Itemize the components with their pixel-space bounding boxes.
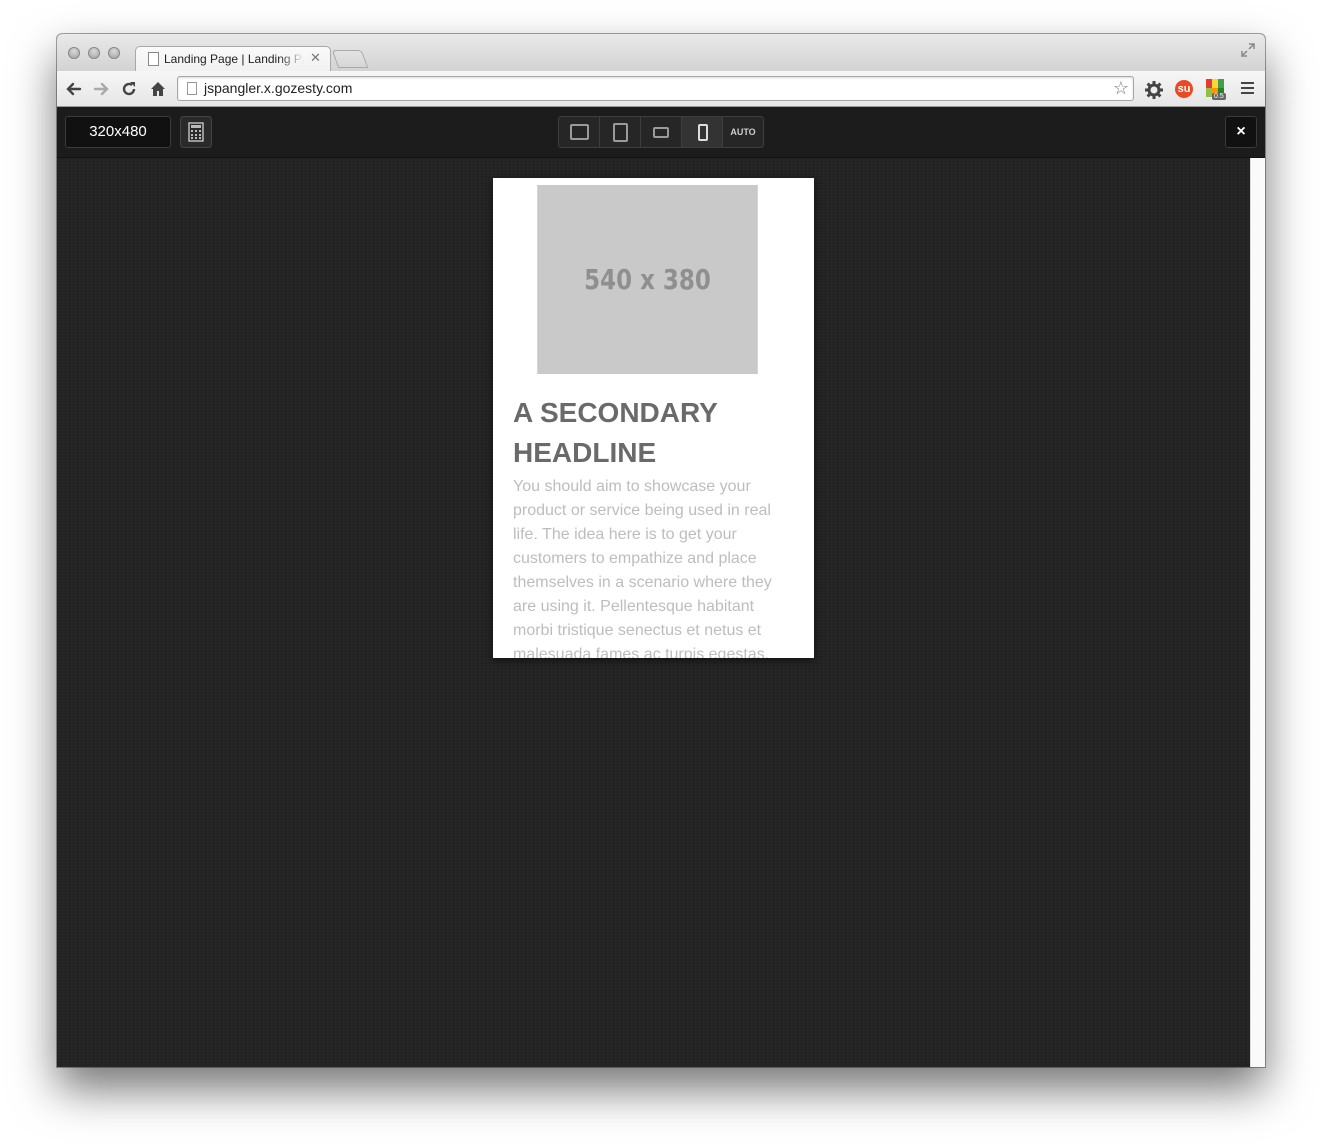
device-selector: AUTO <box>558 116 764 148</box>
preview-canvas: 540 x 380 A SECONDARY HEADLINE You shoul… <box>57 158 1251 1067</box>
home-icon[interactable] <box>148 79 168 99</box>
reload-icon[interactable] <box>119 79 139 99</box>
gear-icon[interactable] <box>1144 80 1164 100</box>
browser-window: Landing Page | Landing Page ✕ jspangler.… <box>57 34 1265 1067</box>
device-desktop-button[interactable] <box>559 117 600 147</box>
device-auto-button[interactable]: AUTO <box>723 117 763 147</box>
responsive-toolbar: 320x480 AUTO × <box>57 107 1265 158</box>
secondary-headline: A SECONDARY HEADLINE <box>513 397 718 468</box>
window-close-icon[interactable] <box>68 47 80 59</box>
calculator-button[interactable] <box>180 116 212 148</box>
bookmark-star-icon[interactable]: ☆ <box>1113 78 1129 99</box>
image-placeholder: 540 x 380 <box>537 185 758 374</box>
tab-title: Landing Page | Landing Page <box>164 52 304 66</box>
phone-icon <box>698 124 708 141</box>
forward-icon[interactable] <box>91 79 111 99</box>
color-picker-badge: 0.5 <box>1212 93 1226 100</box>
body-paragraph: You should aim to showcase your product … <box>513 478 772 658</box>
tab-landing-page[interactable]: Landing Page | Landing Page ✕ <box>135 46 331 72</box>
window-minimize-icon[interactable] <box>88 47 100 59</box>
fullscreen-icon[interactable] <box>1241 43 1255 57</box>
stumbleupon-icon[interactable]: su <box>1175 80 1193 98</box>
close-tester-button[interactable]: × <box>1225 116 1257 148</box>
device-tablet-landscape-button[interactable] <box>641 117 682 147</box>
device-tablet-portrait-button[interactable] <box>600 117 641 147</box>
new-tab-button[interactable] <box>331 50 369 68</box>
document-icon <box>148 52 159 66</box>
scrollbar[interactable] <box>1250 158 1265 1067</box>
address-bar[interactable]: jspangler.x.gozesty.com ☆ <box>177 76 1134 101</box>
url-text[interactable]: jspangler.x.gozesty.com <box>204 80 352 96</box>
browser-toolbar: jspangler.x.gozesty.com ☆ su 0.5 <box>57 71 1265 107</box>
tab-close-icon[interactable]: ✕ <box>310 50 321 66</box>
menu-icon[interactable] <box>1241 82 1254 97</box>
desktop-icon <box>570 124 589 140</box>
calculator-icon <box>188 122 204 142</box>
device-preview-frame[interactable]: 540 x 380 A SECONDARY HEADLINE You shoul… <box>493 178 814 658</box>
viewport-size-display[interactable]: 320x480 <box>65 116 171 148</box>
back-icon[interactable] <box>64 79 84 99</box>
tab-strip: Landing Page | Landing Page ✕ <box>57 34 1265 72</box>
auto-label: AUTO <box>730 127 756 137</box>
device-phone-button[interactable] <box>682 117 723 147</box>
tablet-landscape-icon <box>653 127 669 138</box>
page-icon <box>187 82 197 95</box>
tablet-portrait-icon <box>613 123 628 142</box>
window-zoom-icon[interactable] <box>108 47 120 59</box>
